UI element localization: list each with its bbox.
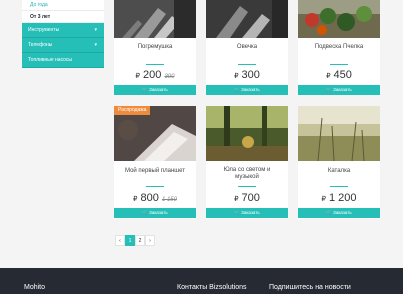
currency-icon: ₽ (326, 73, 331, 80)
footer-contacts-heading: Контакты Bizsolutions (177, 284, 247, 291)
product-name[interactable]: Мой первый планшет (114, 168, 196, 175)
product-card: Погремушка ₽200 300 🛒 Заказать (114, 0, 196, 95)
product-card: Подвеска Пчелка ₽450 🛒 Заказать (298, 0, 380, 95)
product-price: ₽1 200 (321, 192, 357, 204)
sidebar-category-phones[interactable]: Телефоны ▾ (22, 38, 104, 53)
sale-badge: Распродажа (114, 106, 151, 115)
product-image[interactable]: Распродажа (114, 106, 196, 161)
cart-icon: 🛒 (142, 210, 148, 215)
product-name[interactable]: Юла со светом и музыкой (206, 167, 288, 181)
order-button[interactable]: 🛒 Заказать (114, 208, 196, 218)
product-price: ₽700 (234, 192, 260, 204)
divider (330, 64, 348, 65)
chevron-down-icon: ▾ (94, 27, 97, 33)
pagination-page-2[interactable]: 2 (135, 235, 145, 246)
order-button[interactable]: 🛒 Заказать (206, 85, 288, 95)
product-card: Каталка ₽1 200 🛒 Заказать (298, 106, 380, 219)
currency-icon: ₽ (234, 196, 239, 203)
product-name[interactable]: Овечка (206, 44, 288, 51)
currency-icon: ₽ (135, 73, 141, 80)
cart-icon: 🛒 (142, 87, 148, 92)
sidebar-category-label: Топливные насосы (28, 57, 73, 63)
divider (146, 186, 164, 187)
sidebar-subitem-until-year[interactable]: До года (22, 0, 104, 11)
sidebar-category-tools[interactable]: Инструменты ▾ (22, 23, 104, 38)
product-card: Юла со светом и музыкой ₽700 🛒 Заказать (206, 106, 288, 219)
pagination-next[interactable]: › (145, 235, 155, 246)
sidebar-category-label: Телефоны (28, 42, 53, 48)
pagination: ‹ 1 2 › (115, 235, 155, 246)
footer-subscribe-heading: Подпишитесь на новости (269, 284, 351, 291)
order-button[interactable]: 🛒 Заказать (298, 85, 380, 95)
currency-icon: ₽ (133, 196, 138, 203)
old-price: 1 150 (161, 197, 177, 203)
divider (238, 64, 256, 65)
product-name[interactable]: Подвеска Пчелка (298, 44, 380, 51)
currency-icon: ₽ (321, 196, 326, 203)
product-name-line1: Юла со светом и (223, 167, 271, 173)
pagination-prev[interactable]: ‹ (115, 235, 125, 246)
divider (238, 186, 256, 187)
chevron-down-icon: ▾ (94, 42, 97, 48)
cart-icon: 🛒 (234, 210, 240, 215)
product-card: Распродажа Мой первый планшет ₽800 1 150… (114, 106, 196, 219)
old-price: 300 (164, 74, 175, 80)
product-price: ₽200 300 (135, 69, 175, 81)
catalog-page: До года От 3 лет Инструменты ▾ Телефоны … (0, 0, 403, 294)
cart-icon: 🛒 (234, 87, 240, 92)
sidebar-category-fuel-pumps[interactable]: Топливные насосы (22, 53, 104, 68)
footer-brand[interactable]: Mohito (24, 284, 45, 291)
footer: Mohito Контакты Bizsolutions Подпишитесь… (0, 268, 403, 294)
product-image[interactable] (114, 0, 196, 38)
pagination-page-1[interactable]: 1 (125, 235, 135, 246)
product-name[interactable]: Каталка (298, 168, 380, 175)
product-price: ₽450 (326, 69, 352, 81)
order-button[interactable]: 🛒 Заказать (206, 208, 288, 218)
product-price: ₽800 1 150 (133, 192, 177, 204)
divider (330, 186, 348, 187)
cart-icon: 🛒 (326, 210, 332, 215)
product-name[interactable]: Погремушка (114, 44, 196, 51)
product-name-line2: музыкой (235, 174, 259, 180)
product-image[interactable] (206, 0, 288, 38)
cart-icon: 🛒 (326, 87, 332, 92)
sidebar-subitem-from-3-years[interactable]: От 3 лет (22, 11, 104, 23)
product-card: Овечка ₽300 🛒 Заказать (206, 0, 288, 95)
product-image[interactable] (298, 0, 380, 38)
order-button[interactable]: 🛒 Заказать (114, 85, 196, 95)
sidebar-category-label: Инструменты (28, 27, 60, 33)
product-price: ₽300 (234, 69, 260, 81)
sidebar: До года От 3 лет Инструменты ▾ Телефоны … (22, 0, 104, 68)
product-image[interactable] (298, 106, 380, 161)
product-image[interactable] (206, 106, 288, 161)
order-button[interactable]: 🛒 Заказать (298, 208, 380, 218)
currency-icon: ₽ (234, 73, 239, 80)
divider (146, 64, 164, 65)
